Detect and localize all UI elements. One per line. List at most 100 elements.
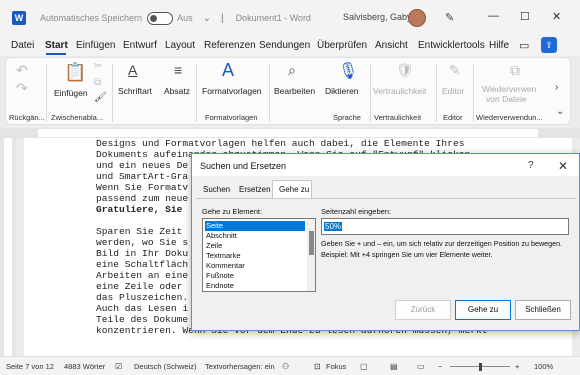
sensitivity-button-label[interactable]: Vertraulichkeit: [373, 86, 426, 96]
tab-gehe-zu[interactable]: Gehe zu: [279, 185, 309, 194]
reuse-button-label-2[interactable]: von Dateie: [486, 94, 527, 104]
comments-icon[interactable]: ▭: [519, 39, 529, 52]
page-counter[interactable]: Seite 7 von 12: [6, 362, 54, 371]
sensitivity-icon[interactable]: 🛡: [396, 62, 414, 79]
zoom-level[interactable]: 100%: [534, 362, 553, 371]
share-icon[interactable]: ⇪: [541, 37, 557, 53]
styles-icon[interactable]: A: [222, 60, 234, 81]
undo-icon[interactable]: ↶: [16, 62, 28, 79]
maximize-button[interactable]: ☐: [520, 10, 530, 23]
tab-entwicklertools[interactable]: Entwicklertools: [418, 40, 485, 51]
ribbon-separator: [46, 64, 47, 122]
doc-line: Gratuliere, Sie: [96, 204, 183, 215]
doc-line: Arbeiten an eine: [96, 270, 189, 281]
scrollbar-thumb[interactable]: [309, 231, 314, 255]
list-scrollbar[interactable]: [307, 219, 315, 291]
tab-sendungen[interactable]: Sendungen: [259, 40, 310, 51]
editor-icon[interactable]: ✎: [449, 62, 461, 79]
font-color-icon[interactable]: A: [128, 62, 137, 78]
list-item[interactable]: Fußnote: [205, 271, 305, 281]
doc-line: werden, wo Sie s: [96, 237, 189, 248]
tab-ansicht[interactable]: Ansicht: [375, 40, 408, 51]
list-item[interactable]: Kommentar: [205, 261, 305, 271]
dialog-close-icon[interactable]: ✕: [558, 159, 568, 173]
horizontal-ruler[interactable]: [0, 128, 580, 138]
focus-icon[interactable]: ⊡: [314, 362, 321, 371]
designer-pen-icon[interactable]: ✎: [445, 11, 454, 24]
reuse-files-icon[interactable]: ⧉: [510, 62, 520, 79]
word-count[interactable]: 4883 Wörter: [64, 362, 105, 371]
paragraph-align-icon[interactable]: ≡: [174, 62, 182, 78]
search-icon[interactable]: ⌕: [288, 62, 296, 79]
zoom-in-icon[interactable]: +: [515, 362, 519, 371]
close-dialog-button[interactable]: Schließen: [515, 300, 571, 320]
user-name[interactable]: Salvisberg, Gaby: [343, 12, 412, 22]
dictate-button-label[interactable]: Diktieren: [325, 86, 359, 96]
tab-suchen[interactable]: Suchen: [203, 185, 230, 194]
tab-ersetzen[interactable]: Ersetzen: [239, 185, 271, 194]
list-item[interactable]: Zeile: [205, 241, 305, 251]
list-item[interactable]: Seite: [205, 221, 305, 231]
tab-ueberpruefen[interactable]: Überprüfen: [317, 40, 367, 51]
doc-line: eine Zeile oder: [96, 281, 183, 292]
redo-icon[interactable]: ↷: [16, 80, 28, 97]
ribbon-scroll-right-icon[interactable]: ›: [555, 82, 558, 93]
ribbon-tabs: Datei Start Einfügen Entwurf Layout Refe…: [0, 36, 580, 56]
list-item[interactable]: Endnote: [205, 281, 305, 291]
doc-line: Teile des Dokume: [96, 314, 189, 325]
web-layout-icon[interactable]: ▭: [417, 362, 425, 371]
vertical-ruler[interactable]: [0, 138, 16, 356]
list-item[interactable]: Textmarke: [205, 251, 305, 261]
back-button[interactable]: Zurück: [395, 300, 451, 320]
page-number-input[interactable]: 50%: [321, 218, 569, 235]
ribbon-separator: [196, 64, 197, 122]
doc-line: und SmartArt-Gra: [96, 171, 189, 182]
focus-label[interactable]: Fokus: [326, 362, 346, 371]
group-label-zwischenablage: Zwischenabla...: [51, 113, 104, 122]
font-button-label[interactable]: Schriftart: [118, 86, 152, 96]
accessibility-icon[interactable]: ⚇: [282, 362, 289, 371]
group-label-wiederverwendung: Wiederverwendun...: [476, 113, 543, 122]
group-label-editor: Editor: [443, 113, 463, 122]
editor-button-label[interactable]: Editor: [442, 86, 464, 96]
paste-icon[interactable]: 📋: [64, 62, 86, 83]
minimize-button[interactable]: —: [488, 10, 499, 22]
paragraph-button-label[interactable]: Absatz: [164, 86, 190, 96]
collapse-ribbon-icon[interactable]: ⌄: [556, 106, 564, 117]
styles-button-label[interactable]: Formatvorlagen: [202, 86, 262, 96]
avatar[interactable]: [408, 9, 426, 27]
language-status[interactable]: Deutsch (Schweiz): [134, 362, 197, 371]
paste-button-label[interactable]: Einfügen: [54, 88, 88, 98]
tab-datei[interactable]: Datei: [11, 40, 34, 51]
print-layout-icon[interactable]: ▤: [390, 362, 398, 371]
goto-button[interactable]: Gehe zu: [455, 300, 511, 320]
read-mode-icon[interactable]: ▢: [360, 362, 368, 371]
tab-layout[interactable]: Layout: [165, 40, 195, 51]
edit-button-label[interactable]: Bearbeiten: [274, 86, 315, 96]
reuse-button-label-1[interactable]: Wiederverwen: [482, 84, 536, 94]
tab-einfuegen[interactable]: Einfügen: [76, 40, 115, 51]
quick-access-more-icon[interactable]: ⌄: [203, 13, 211, 24]
dialog-title-bar[interactable]: Suchen und Ersetzen ? ✕: [192, 154, 579, 176]
help-icon[interactable]: ?: [528, 160, 534, 171]
tab-referenzen[interactable]: Referenzen: [204, 40, 256, 51]
group-label-sprache: Sprache: [333, 113, 361, 122]
tab-entwurf[interactable]: Entwurf: [123, 40, 157, 51]
ribbon-separator: [473, 64, 474, 122]
zoom-slider-thumb[interactable]: [479, 363, 482, 371]
list-item[interactable]: Abschnitt: [205, 231, 305, 241]
tab-hilfe[interactable]: Hilfe: [489, 40, 509, 51]
doc-line: passend zum neue: [96, 193, 189, 204]
tab-start[interactable]: Start: [45, 40, 68, 51]
dialog-title: Suchen und Ersetzen: [200, 161, 287, 171]
microphone-icon[interactable]: 🎙: [338, 61, 358, 81]
autosave-toggle[interactable]: [147, 11, 174, 25]
proofing-icon[interactable]: ☑: [115, 362, 122, 371]
format-painter-icon[interactable]: 🖌: [94, 92, 107, 103]
goto-element-list[interactable]: Seite Abschnitt Zeile Textmarke Kommenta…: [202, 218, 316, 292]
zoom-out-icon[interactable]: −: [438, 362, 442, 371]
close-button[interactable]: ✕: [552, 10, 561, 23]
text-predictions-status[interactable]: Textvorhersagen: ein: [205, 362, 275, 371]
copy-icon[interactable]: ⧉: [94, 77, 101, 88]
cut-icon[interactable]: ✂: [94, 61, 102, 72]
